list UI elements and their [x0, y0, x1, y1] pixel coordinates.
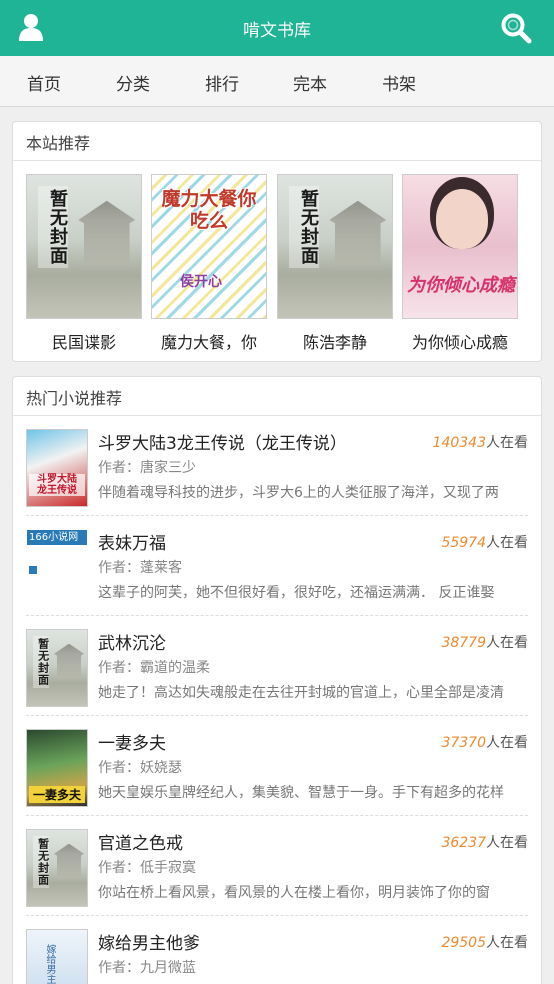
recommend-panel: 本站推荐 暂无封面 民国谍影 魔力大餐你吃么 侯开心 魔力大餐，你 暂无封面 陈…: [12, 121, 542, 362]
page-title: 啃文书库: [243, 21, 311, 41]
book-title[interactable]: 一妻多夫: [98, 729, 166, 754]
recommend-book[interactable]: 魔力大餐你吃么 侯开心 魔力大餐，你: [151, 174, 267, 353]
top-nav: 首页 分类 排行 完本 书架: [0, 56, 554, 107]
tab-ranking[interactable]: 排行: [205, 70, 239, 95]
list-item[interactable]: 暂无封面 武林沉沦 38779人在看 作者：霸道的温柔 她走了！高达如失魂般走在…: [26, 616, 528, 716]
book-author: 作者：蓬莱客: [98, 560, 182, 576]
book-cover[interactable]: 166小说网: [26, 529, 88, 607]
no-cover-image: 暂无封面: [27, 830, 87, 906]
app-header: 啃文书库: [0, 0, 554, 56]
book-title[interactable]: 陈浩李静: [277, 329, 393, 353]
list-item[interactable]: 嫁给男主他爹 嫁给男主他爹 29505人在看 作者：九月微蓝: [26, 916, 528, 984]
search-icon[interactable]: [500, 12, 532, 44]
book-author: 作者：唐家三少: [98, 460, 196, 476]
book-cover[interactable]: 暂无封面: [26, 829, 88, 907]
book-cover[interactable]: 暂无封面: [277, 174, 393, 319]
tab-home[interactable]: 首页: [27, 70, 61, 95]
book-title[interactable]: 嫁给男主他爹: [98, 929, 200, 954]
book-title[interactable]: 民国谍影: [26, 329, 142, 353]
book-description: 她走了！高达如失魂般走在去往开封城的官道上，心里全部是凌清: [98, 685, 504, 701]
list-item[interactable]: 斗罗大陆 龙王传说 斗罗大陆3龙王传说（龙王传说） 140343人在看 作者：唐家…: [26, 416, 528, 516]
book-cover[interactable]: 暂无封面: [26, 629, 88, 707]
book-author: 作者：妖娆瑟: [98, 760, 182, 776]
book-cover[interactable]: 魔力大餐你吃么 侯开心: [151, 174, 267, 319]
book-cover[interactable]: 嫁给男主他爹: [26, 929, 88, 984]
list-item[interactable]: 暂无封面 官道之色戒 36237人在看 作者：低手寂寞 你站在桥上看风景，看风景…: [26, 816, 528, 916]
recommend-book[interactable]: 暂无封面 陈浩李静: [277, 174, 393, 353]
reader-count: 36237人在看: [441, 835, 528, 851]
reader-count: 38779人在看: [441, 635, 528, 651]
book-description: 这辈子的阿芙，她不但很好看，很好吃，还福运满满． 反正谁娶: [98, 585, 495, 601]
book-author: 作者：九月微蓝: [98, 960, 196, 976]
tab-bookshelf[interactable]: 书架: [382, 70, 416, 95]
book-cover[interactable]: 一妻多夫: [26, 729, 88, 807]
book-title[interactable]: 武林沉沦: [98, 629, 166, 654]
no-cover-image: 暂无封面: [27, 175, 141, 318]
book-title[interactable]: 魔力大餐，你: [151, 329, 267, 353]
book-description: 你站在桥上看风景，看风景的人在楼上看你，明月装饰了你的窗: [98, 885, 490, 901]
book-cover[interactable]: 为你倾心成瘾: [402, 174, 518, 319]
book-title[interactable]: 为你倾心成瘾: [402, 329, 518, 353]
reader-count: 37370人在看: [441, 735, 528, 751]
book-title[interactable]: 表妹万福: [98, 529, 166, 554]
book-description: 伴随着魂导科技的进步，斗罗大6上的人类征服了海洋，又现了两: [98, 485, 499, 501]
book-author: 作者：霸道的温柔: [98, 660, 210, 676]
recommend-book[interactable]: 暂无封面 民国谍影: [26, 174, 142, 353]
book-cover[interactable]: 暂无封面: [26, 174, 142, 319]
book-title[interactable]: 斗罗大陆3龙王传说（龙王传说）: [98, 429, 347, 454]
tab-finished[interactable]: 完本: [293, 70, 327, 95]
list-item[interactable]: 一妻多夫 一妻多夫 37370人在看 作者：妖娆瑟 她天皇娱乐皇牌经纪人，集美貌…: [26, 716, 528, 816]
book-author: 作者：低手寂寞: [98, 860, 196, 876]
hot-heading: 热门小说推荐: [13, 377, 541, 416]
reader-count: 140343人在看: [432, 435, 528, 451]
recommend-book[interactable]: 为你倾心成瘾 为你倾心成瘾: [402, 174, 518, 353]
hot-panel: 热门小说推荐 斗罗大陆 龙王传说 斗罗大陆3龙王传说（龙王传说） 140343人在…: [12, 376, 542, 984]
book-description: 她天皇娱乐皇牌经纪人，集美貌、智慧于一身。手下有超多的花样: [98, 785, 504, 801]
reader-count: 29505人在看: [441, 935, 528, 951]
recommend-heading: 本站推荐: [13, 122, 541, 161]
tab-category[interactable]: 分类: [116, 70, 150, 95]
list-item[interactable]: 166小说网 表妹万福 55974人在看 作者：蓬莱客 这辈子的阿芙，她不但很好…: [26, 516, 528, 616]
no-cover-image: 暂无封面: [278, 175, 392, 318]
no-cover-image: 暂无封面: [27, 630, 87, 706]
book-title[interactable]: 官道之色戒: [98, 829, 183, 854]
reader-count: 55974人在看: [441, 535, 528, 551]
book-cover[interactable]: 斗罗大陆 龙王传说: [26, 429, 88, 507]
